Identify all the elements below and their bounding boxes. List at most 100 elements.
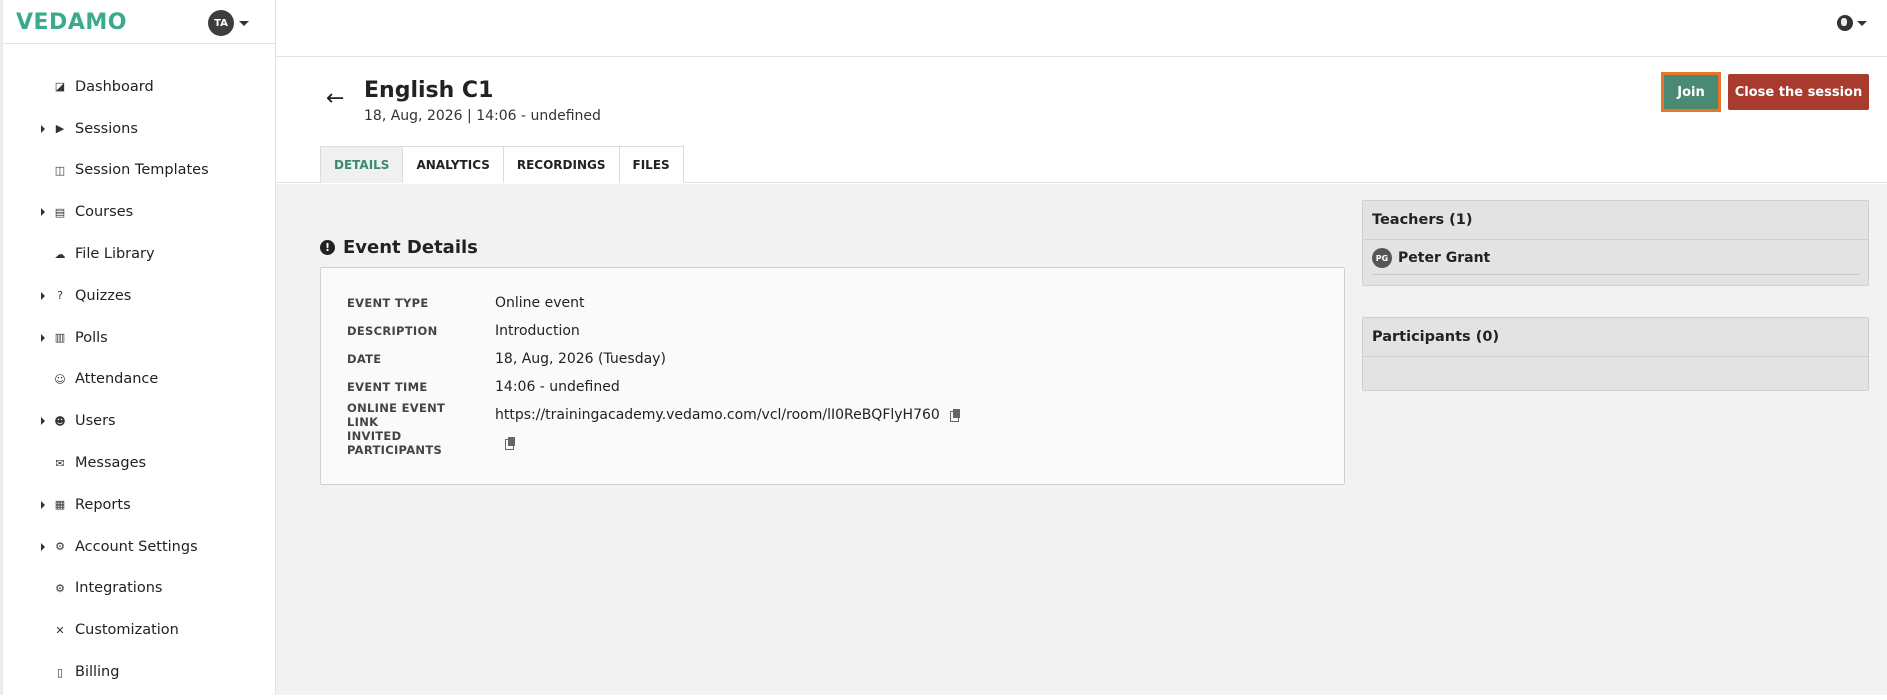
- description-value: Introduction: [495, 323, 580, 339]
- event-time-value: 14:06 - undefined: [495, 379, 620, 395]
- detail-row-date: DATE 18, Aug, 2026 (Tuesday): [321, 345, 1344, 373]
- tab-details[interactable]: DETAILS: [320, 146, 404, 183]
- event-details-card: EVENT TYPE Online event DESCRIPTION Intr…: [320, 267, 1345, 485]
- sidebar-item-label: Session Templates: [75, 162, 209, 179]
- question-icon: ?: [57, 289, 63, 303]
- language-menu-button[interactable]: [1837, 15, 1867, 31]
- sidebar-item-account-settings[interactable]: ⚙ Account Settings: [3, 526, 275, 568]
- globe-icon: [1837, 15, 1853, 31]
- detail-label: DESCRIPTION: [347, 324, 438, 338]
- sidebar-item-label: Polls: [75, 329, 108, 346]
- detail-value: 18, Aug, 2026 (Tuesday): [471, 351, 666, 367]
- detail-row-description: DESCRIPTION Introduction: [321, 317, 1344, 345]
- sidebar: VEDAMO TA ◪ Dashboard ▶ Sessions ◫ Session …: [0, 0, 276, 695]
- chevron-right-icon: [41, 417, 45, 426]
- online-event-link[interactable]: https://trainingacademy.vedamo.com/vcl/r…: [495, 407, 940, 423]
- teacher-name: Peter Grant: [1398, 250, 1491, 266]
- sidebar-item-billing[interactable]: ▯ Billing: [3, 651, 275, 693]
- sidebar-item-customization[interactable]: ✕ Customization: [3, 609, 275, 651]
- sidebar-item-label: Billing: [75, 664, 120, 681]
- bar-chart-icon: ▥: [54, 331, 66, 345]
- sidebar-item-quizzes[interactable]: ? Quizzes: [3, 275, 275, 317]
- play-icon: ▶: [55, 122, 65, 136]
- detail-value: https://trainingacademy.vedamo.com/vcl/r…: [471, 407, 960, 423]
- logo[interactable]: VEDAMO: [16, 10, 127, 35]
- participants-heading: Participants (0): [1363, 318, 1868, 357]
- event-details-title: Event Details: [343, 237, 478, 258]
- session-header: ← English C1 18, Aug, 2026 | 14:06 - und…: [276, 58, 1887, 183]
- copy-icon[interactable]: [949, 409, 960, 422]
- sidebar-item-sessions[interactable]: ▶ Sessions: [3, 108, 275, 150]
- sidebar-item-session-templates[interactable]: ◫ Session Templates: [3, 150, 275, 192]
- user-menu-button[interactable]: TA: [208, 10, 249, 36]
- detail-value: [471, 437, 515, 450]
- sidebar-item-label: Customization: [75, 622, 179, 639]
- sidebar-item-label: File Library: [75, 246, 155, 263]
- teachers-panel: Teachers (1) PG Peter Grant: [1362, 200, 1869, 286]
- sidebar-item-label: Account Settings: [75, 538, 198, 555]
- topbar: [276, 0, 1887, 57]
- main-content: ! Event Details EVENT TYPE Online event …: [276, 184, 1887, 695]
- chevron-right-icon: [41, 500, 45, 509]
- sidebar-nav: ◪ Dashboard ▶ Sessions ◫ Session Templates …: [3, 44, 275, 693]
- attendance-icon: ☺: [54, 372, 66, 386]
- sidebar-item-courses[interactable]: ▤ Courses: [3, 191, 275, 233]
- sidebar-item-users[interactable]: ☻ Users: [3, 400, 275, 442]
- sidebar-item-attendance[interactable]: ☺ Attendance: [3, 359, 275, 401]
- sidebar-item-label: Attendance: [75, 371, 159, 388]
- detail-label: ONLINE EVENT LINK: [347, 401, 446, 429]
- tab-recordings[interactable]: RECORDINGS: [502, 146, 620, 183]
- report-icon: ▦: [54, 498, 66, 512]
- cloud-icon: ☁: [54, 247, 66, 261]
- detail-row-online-event-link: ONLINE EVENT LINK https://trainingacadem…: [321, 401, 1344, 429]
- chevron-right-icon: [41, 291, 45, 300]
- detail-label: EVENT TYPE: [347, 296, 429, 310]
- sidebar-item-integrations[interactable]: ⚙ Integrations: [3, 568, 275, 610]
- detail-row-event-time: EVENT TIME 14:06 - undefined: [321, 373, 1344, 401]
- dashboard-icon: ◪: [54, 80, 66, 94]
- session-datetime: 18, Aug, 2026 | 14:06 - undefined: [364, 108, 601, 124]
- sidebar-item-label: Sessions: [75, 120, 138, 137]
- avatar: PG: [1372, 248, 1392, 268]
- chevron-down-icon: [1857, 20, 1867, 26]
- cogs-icon: ⚙: [55, 581, 65, 595]
- envelope-icon: ✉: [55, 456, 65, 470]
- sidebar-item-dashboard[interactable]: ◪ Dashboard: [3, 66, 275, 108]
- page-title: English C1: [364, 78, 494, 103]
- sidebar-item-reports[interactable]: ▦ Reports: [3, 484, 275, 526]
- sidebar-item-label: Dashboard: [75, 78, 154, 95]
- detail-row-event-type: EVENT TYPE Online event: [321, 289, 1344, 317]
- logo-bar: VEDAMO TA: [3, 0, 275, 44]
- teachers-heading: Teachers (1): [1363, 201, 1868, 240]
- chevron-right-icon: [41, 208, 45, 217]
- sidebar-item-label: Courses: [75, 204, 134, 221]
- detail-row-invited-participants: INVITED PARTICIPANTS: [321, 429, 1344, 457]
- tab-analytics[interactable]: ANALYTICS: [402, 146, 504, 183]
- back-arrow-icon[interactable]: ←: [326, 86, 344, 111]
- close-session-button[interactable]: Close the session: [1728, 74, 1869, 110]
- sidebar-item-messages[interactable]: ✉ Messages: [3, 442, 275, 484]
- detail-value: 14:06 - undefined: [471, 379, 620, 395]
- event-details-heading: ! Event Details: [320, 237, 478, 258]
- sidebar-item-label: Reports: [75, 496, 131, 513]
- join-button[interactable]: Join: [1661, 72, 1721, 112]
- event-type-value: Online event: [495, 295, 585, 311]
- info-icon: !: [320, 240, 335, 255]
- detail-value: Introduction: [471, 323, 580, 339]
- detail-label: INVITED PARTICIPANTS: [347, 429, 443, 457]
- app: VEDAMO TA ◪ Dashboard ▶ Sessions ◫ Session …: [0, 0, 1887, 700]
- receipt-icon: ▯: [56, 665, 64, 679]
- detail-label: EVENT TIME: [347, 380, 428, 394]
- sidebar-item-file-library[interactable]: ☁ File Library: [3, 233, 275, 275]
- participants-panel: Participants (0): [1362, 317, 1869, 391]
- tab-files[interactable]: FILES: [618, 146, 684, 183]
- template-icon: ◫: [54, 163, 66, 177]
- tools-icon: ✕: [55, 623, 65, 637]
- sidebar-item-polls[interactable]: ▥ Polls: [3, 317, 275, 359]
- tabs: DETAILS ANALYTICS RECORDINGS FILES: [320, 146, 684, 183]
- book-icon: ▤: [54, 205, 66, 219]
- copy-icon[interactable]: [505, 437, 515, 450]
- chevron-right-icon: [41, 333, 45, 342]
- detail-value: Online event: [471, 295, 584, 311]
- gear-icon: ⚙: [55, 540, 65, 554]
